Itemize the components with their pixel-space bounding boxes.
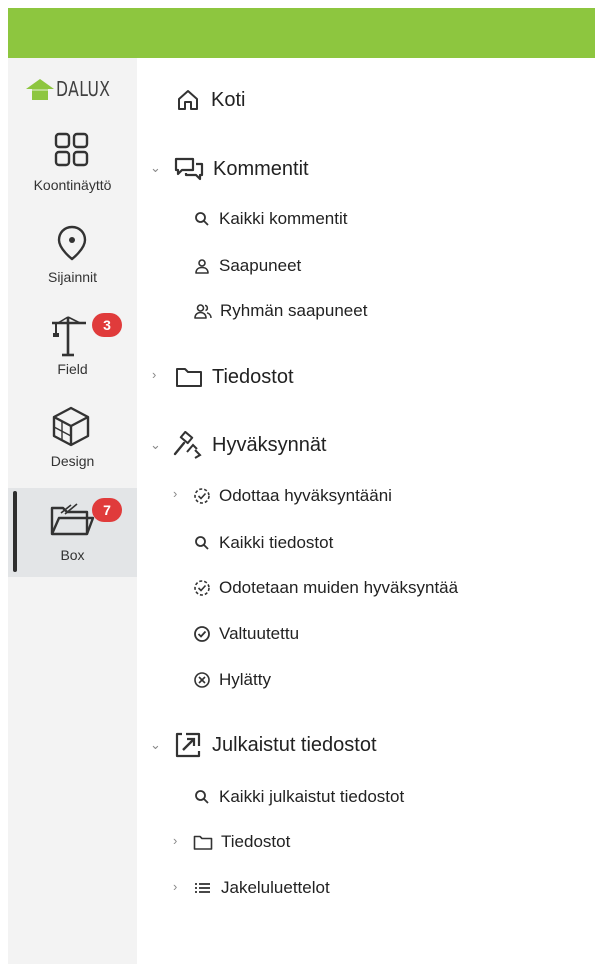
nav-item-distribution-lists[interactable]: Jakeluluettelot [193, 876, 330, 900]
nav-label-awaiting-my-approval: Odottaa hyväksyntääni [219, 486, 392, 505]
nav-label-home: Koti [211, 88, 246, 111]
active-indicator [13, 491, 17, 572]
nav-label-comments: Kommentit [213, 157, 309, 180]
house-logo-icon [26, 79, 54, 100]
nav-label-files: Tiedostot [212, 365, 294, 388]
comments-icon [174, 157, 204, 181]
rail-item-box[interactable]: 7 Box [8, 488, 137, 577]
box-badge: 7 [92, 498, 122, 522]
pending-check-icon [194, 488, 210, 504]
nav-label-rejected: Hylätty [219, 670, 271, 689]
nav-label-published-files: Julkaistut tiedostot [212, 733, 377, 756]
search-icon [195, 212, 209, 226]
nav-label-all-files: Kaikki tiedostot [219, 533, 334, 552]
nav-item-all-published[interactable]: Kaikki julkaistut tiedostot [194, 785, 404, 809]
chevron-down-icon[interactable]: ⌄ [150, 437, 161, 453]
nav-item-awaiting-others[interactable]: Odotetaan muiden hyväksyntää [193, 576, 458, 600]
rail-label-design: Design [50, 453, 95, 469]
chevron-right-icon[interactable]: › [173, 879, 177, 894]
chevron-down-icon[interactable]: ⌄ [150, 160, 161, 176]
rail-item-field[interactable]: 3 Field [8, 313, 137, 401]
cube-icon [52, 406, 90, 447]
home-icon [178, 90, 198, 110]
search-icon [195, 790, 209, 804]
chevron-down-icon[interactable]: ⌄ [150, 737, 161, 753]
nav-item-comments[interactable]: Kommentit [174, 154, 309, 184]
gavel-icon [173, 431, 202, 459]
nav-item-authorized[interactable]: Valtuutettu [193, 622, 299, 646]
pending-check-icon [194, 580, 210, 596]
list-icon [195, 883, 210, 893]
location-pin-icon [57, 225, 87, 261]
folder-icon [193, 835, 213, 850]
dalux-logo[interactable]: DALUX [18, 74, 128, 106]
search-icon [195, 536, 209, 550]
nav-label-all-comments: Kaikki kommentit [219, 209, 348, 228]
nav-item-group-inbox[interactable]: Ryhmän saapuneet [194, 299, 367, 323]
nav-label-published-folders: Tiedostot [221, 832, 291, 851]
nav-label-group-inbox: Ryhmän saapuneet [220, 301, 368, 320]
nav-item-all-files[interactable]: Kaikki tiedostot [194, 531, 333, 555]
folder-open-icon [50, 503, 95, 536]
nav-item-rejected[interactable]: Hylätty [193, 668, 271, 692]
user-icon [195, 259, 209, 274]
nav-label-distribution-lists: Jakeluluettelot [221, 878, 330, 897]
publish-icon [175, 732, 201, 758]
nav-label-authorized: Valtuutettu [219, 624, 300, 643]
rail-label-dashboard: Koontinäyttö [33, 177, 112, 193]
nav-item-approvals[interactable]: Hyväksynnät [173, 430, 327, 460]
nav-item-inbox[interactable]: Saapuneet [194, 254, 301, 278]
top-bar [8, 8, 595, 58]
dashboard-icon [54, 132, 89, 167]
rail-item-dashboard[interactable]: Koontinäyttö [8, 132, 137, 220]
rejected-icon [194, 672, 210, 688]
rail-item-locations[interactable]: Sijainnit [8, 223, 137, 311]
rail-label-field: Field [57, 361, 88, 377]
brand-name: DALUX [56, 77, 111, 101]
approved-badge-icon [194, 626, 210, 642]
folder-icon [176, 368, 202, 387]
group-icon [194, 304, 212, 319]
nav-item-files[interactable]: Tiedostot [175, 363, 294, 391]
nav-label-approvals: Hyväksynnät [212, 433, 327, 456]
nav-item-published-folders[interactable]: Tiedostot [193, 830, 290, 854]
nav-item-home[interactable]: Koti [176, 86, 245, 114]
field-badge: 3 [92, 313, 122, 337]
rail-item-design[interactable]: Design [8, 405, 137, 493]
chevron-right-icon[interactable]: › [152, 367, 156, 382]
chevron-right-icon[interactable]: › [173, 833, 177, 848]
nav-item-all-comments[interactable]: Kaikki kommentit [194, 207, 347, 231]
nav-item-awaiting-my-approval[interactable]: Odottaa hyväksyntääni [193, 484, 392, 508]
crane-icon [52, 316, 86, 357]
rail-label-box: Box [60, 547, 85, 563]
rail-label-locations: Sijainnit [47, 269, 98, 285]
nav-label-all-published: Kaikki julkaistut tiedostot [219, 787, 405, 806]
nav-label-awaiting-others: Odotetaan muiden hyväksyntää [219, 578, 459, 597]
nav-label-inbox: Saapuneet [219, 256, 302, 275]
nav-item-published-files[interactable]: Julkaistut tiedostot [174, 730, 377, 760]
chevron-right-icon[interactable]: › [173, 486, 177, 501]
